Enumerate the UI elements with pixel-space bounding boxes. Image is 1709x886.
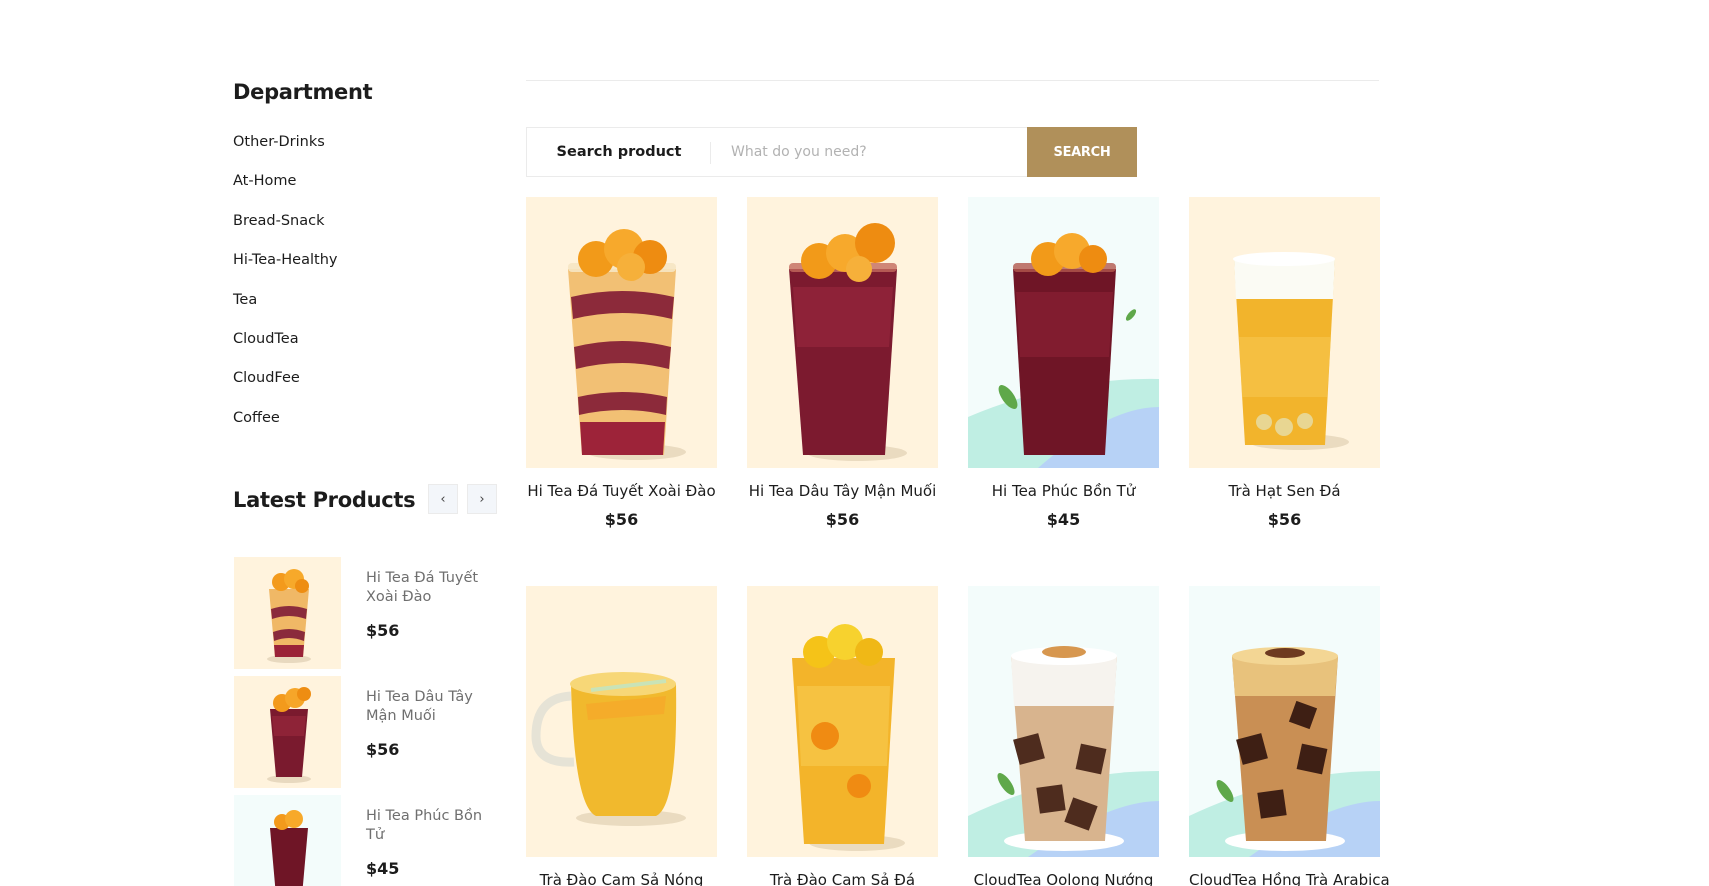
product-name[interactable]: CloudTea Hồng Trà Arabica [1189, 871, 1390, 886]
product-name[interactable]: CloudTea Oolong Nướng [968, 871, 1159, 886]
strawberry-plum-tea-image [747, 197, 938, 468]
lotus-seed-tea-image [1189, 197, 1380, 468]
search-bar: Search product SEARCH [526, 127, 1137, 177]
product-price: $56 [825, 510, 860, 529]
product-thumbnail [234, 676, 341, 788]
latest-product-price: $56 [366, 621, 400, 640]
product-image[interactable] [968, 586, 1159, 857]
iced-peach-orange-lemongrass-tea-image [747, 586, 938, 857]
product-thumbnail [234, 795, 341, 886]
product-image[interactable] [1189, 586, 1380, 857]
product-price: $56 [1267, 510, 1302, 529]
product-name[interactable]: Hi Tea Dâu Tây Mận Muối [747, 482, 938, 500]
product-card[interactable]: Hi Tea Phúc Bồn Tử $45 [968, 197, 1159, 529]
product-image[interactable] [747, 586, 938, 857]
department-item-tea[interactable]: Tea [233, 290, 498, 329]
latest-product-item[interactable]: Hi Tea Đá Tuyết Xoài Đào $56 [234, 557, 499, 669]
product-image[interactable] [747, 197, 938, 468]
department-item-cloudtea[interactable]: CloudTea [233, 329, 498, 368]
department-title: Department [233, 80, 373, 104]
mango-peach-ice-tea-image [526, 197, 717, 468]
product-card[interactable]: Trà Đào Cam Sả Đá [747, 586, 938, 886]
latest-product-item[interactable]: Hi Tea Dâu Tây Mận Muối $56 [234, 676, 499, 788]
product-name[interactable]: Trà Hạt Sen Đá [1189, 482, 1380, 500]
latest-prev-button[interactable]: ‹ [428, 484, 458, 514]
top-divider [526, 80, 1379, 81]
latest-product-price: $56 [366, 740, 400, 759]
raspberry-tea-image [968, 197, 1159, 468]
product-price: $56 [604, 510, 639, 529]
product-card[interactable]: Trà Hạt Sen Đá $56 [1189, 197, 1380, 529]
product-card[interactable]: Hi Tea Đá Tuyết Xoài Đào $56 [526, 197, 717, 529]
product-image[interactable] [1189, 197, 1380, 468]
department-sidebar: Department Other-Drinks At-Home Bread-Sn… [233, 80, 498, 447]
hot-peach-orange-lemongrass-tea-image [526, 586, 717, 857]
product-card[interactable]: Hi Tea Dâu Tây Mận Muối $56 [747, 197, 938, 529]
latest-product-name[interactable]: Hi Tea Đá Tuyết Xoài Đào [366, 569, 496, 607]
latest-product-price: $45 [366, 859, 400, 878]
latest-next-button[interactable]: › [467, 484, 497, 514]
chevron-right-icon: › [479, 491, 485, 507]
search-category-dropdown[interactable]: Search product [527, 128, 711, 176]
strawberry-plum-tea-image [234, 676, 341, 788]
product-price: $45 [1046, 510, 1081, 529]
product-name[interactable]: Hi Tea Đá Tuyết Xoài Đào [526, 482, 717, 500]
product-card[interactable]: Trà Đào Cam Sả Nóng [526, 586, 717, 886]
department-item-bread-snack[interactable]: Bread-Snack [233, 211, 498, 250]
product-thumbnail [234, 557, 341, 669]
product-image[interactable] [526, 586, 717, 857]
product-name[interactable]: Trà Đào Cam Sả Nóng [526, 871, 717, 886]
cloudtea-roasted-oolong-image [968, 586, 1159, 857]
department-list: Other-Drinks At-Home Bread-Snack Hi-Tea-… [233, 132, 498, 447]
product-card[interactable]: CloudTea Oolong Nướng [968, 586, 1159, 886]
latest-products-header: Latest Products ‹ › [233, 484, 498, 516]
department-item-hi-tea-healthy[interactable]: Hi-Tea-Healthy [233, 250, 498, 289]
raspberry-tea-image [234, 795, 341, 886]
product-image[interactable] [526, 197, 717, 468]
latest-product-item[interactable]: Hi Tea Phúc Bồn Tử $45 [234, 795, 499, 886]
latest-product-name[interactable]: Hi Tea Phúc Bồn Tử [366, 807, 496, 845]
department-item-at-home[interactable]: At-Home [233, 171, 498, 210]
department-item-coffee[interactable]: Coffee [233, 408, 498, 447]
latest-products-title: Latest Products [233, 488, 416, 512]
chevron-left-icon: ‹ [440, 491, 446, 507]
product-name[interactable]: Hi Tea Phúc Bồn Tử [968, 482, 1159, 500]
latest-product-name[interactable]: Hi Tea Dâu Tây Mận Muối [366, 688, 496, 726]
department-item-other-drinks[interactable]: Other-Drinks [233, 132, 498, 171]
mango-peach-ice-tea-image [234, 557, 341, 669]
product-card[interactable]: CloudTea Hồng Trà Arabica [1189, 586, 1390, 886]
search-button[interactable]: SEARCH [1027, 127, 1137, 177]
cloudtea-arabica-black-tea-image [1189, 586, 1380, 857]
product-image[interactable] [968, 197, 1159, 468]
department-item-cloudfee[interactable]: CloudFee [233, 368, 498, 407]
product-name[interactable]: Trà Đào Cam Sả Đá [747, 871, 938, 886]
